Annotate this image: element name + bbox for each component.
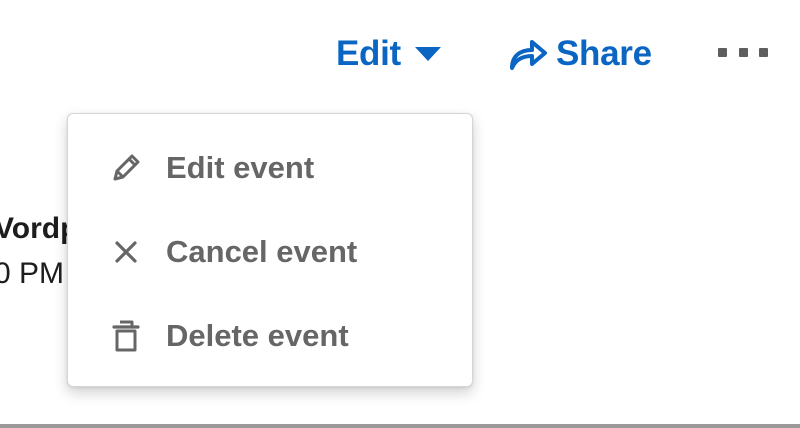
menu-item-label: Edit event <box>166 150 315 185</box>
menu-item-label: Delete event <box>166 318 349 353</box>
menu-item-label: Cancel event <box>166 234 358 269</box>
pencil-icon <box>108 150 144 186</box>
more-options-icon[interactable] <box>718 44 768 60</box>
trash-icon <box>108 318 144 354</box>
menu-item-edit-event[interactable]: Edit event <box>68 140 472 196</box>
menu-item-cancel-event[interactable]: Cancel event <box>68 224 472 280</box>
share-label: Share <box>556 34 652 73</box>
more-dot <box>759 47 768 57</box>
edit-dropdown-button[interactable]: Edit <box>336 28 441 80</box>
more-dot <box>738 47 748 57</box>
caret-down-icon <box>414 47 441 61</box>
more-dot <box>718 47 727 57</box>
close-icon <box>108 234 144 270</box>
menu-item-delete-event[interactable]: Delete event <box>68 308 472 364</box>
share-button[interactable]: Share <box>508 28 652 80</box>
edit-dropdown-menu: Edit event Cancel event Delete event <box>67 113 473 387</box>
bottom-divider <box>0 424 800 428</box>
share-arrow-icon <box>508 38 548 70</box>
event-time-text: 0 PM <box>0 257 65 290</box>
edit-label: Edit <box>336 34 401 73</box>
